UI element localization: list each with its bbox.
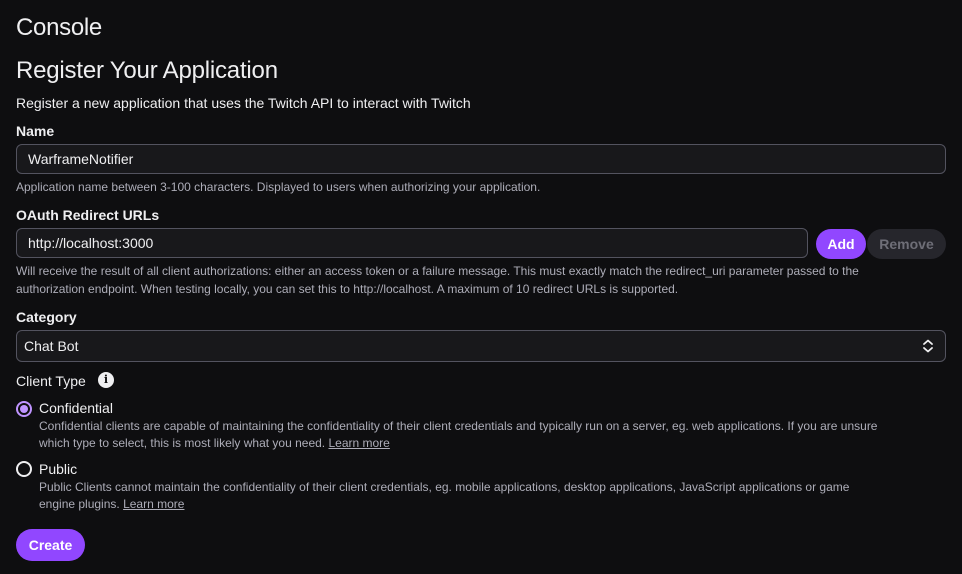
public-radio[interactable] [16, 461, 32, 477]
console-title: Console [16, 14, 102, 41]
add-redirect-button[interactable]: Add [816, 229, 866, 259]
public-description-line-2: engine plugins. Learn more [39, 496, 951, 513]
remove-redirect-button[interactable]: Remove [867, 229, 946, 259]
redirect-urls-label: OAuth Redirect URLs [16, 207, 160, 223]
redirect-help-line-1: Will receive the result of all client au… [16, 264, 859, 278]
category-selected-value: Chat Bot [24, 338, 79, 354]
redirect-url-input[interactable] [16, 228, 808, 258]
confidential-label[interactable]: Confidential [39, 400, 113, 416]
confidential-description-line-1: Confidential clients are capable of main… [39, 419, 878, 433]
confidential-radio[interactable] [16, 401, 32, 417]
info-icon[interactable]: i [98, 372, 114, 388]
page-title: Register Your Application [16, 57, 278, 84]
client-type-label: Client Type [16, 373, 86, 389]
confidential-description-line-2: which type to select, this is most likel… [39, 435, 951, 452]
public-learn-more-link[interactable]: Learn more [123, 497, 184, 511]
chevron-up-down-icon [923, 339, 933, 353]
create-button[interactable]: Create [16, 529, 85, 561]
page-subtitle: Register a new application that uses the… [16, 95, 471, 111]
name-label: Name [16, 123, 55, 139]
category-label: Category [16, 309, 77, 325]
public-description-line-1: Public Clients cannot maintain the confi… [39, 480, 850, 494]
redirect-help-line-2: authorization endpoint. When testing loc… [16, 282, 679, 296]
category-select[interactable]: Chat Bot [16, 330, 946, 362]
public-label[interactable]: Public [39, 461, 77, 477]
name-input[interactable] [16, 144, 946, 174]
public-description-text: engine plugins. [39, 497, 120, 511]
confidential-description-text: which type to select, this is most likel… [39, 436, 326, 450]
confidential-learn-more-link[interactable]: Learn more [328, 436, 389, 450]
name-help-text: Application name between 3-100 character… [16, 180, 541, 194]
